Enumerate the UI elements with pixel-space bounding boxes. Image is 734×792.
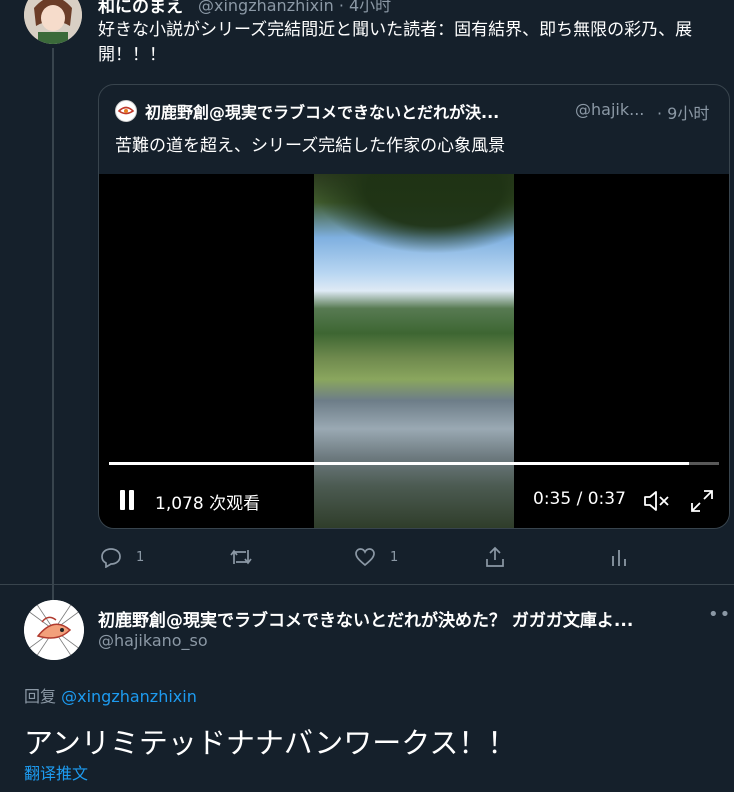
tweet-time[interactable]: · 4小时 <box>339 0 391 15</box>
pause-icon[interactable] <box>119 489 135 511</box>
quoted-tweet[interactable]: 初鹿野創@現実でラブコメできないとだれが決... @hajik... · 9小时… <box>98 84 730 529</box>
tweet-text: 好きな小説がシリーズ完結間近と聞いた読者：固有結界、即ち無限の彩乃、展開！！！ <box>98 20 693 65</box>
quoted-author-handle: @hajik... <box>575 100 645 119</box>
reply-author-avatar[interactable] <box>24 600 84 660</box>
video-progress-bar[interactable] <box>109 462 719 465</box>
quoted-author-name: 初鹿野創@現実でラブコメできないとだれが決... <box>145 103 500 122</box>
share-action[interactable] <box>484 545 506 569</box>
reply-count: 1 <box>136 549 145 565</box>
replying-to: 回复 @xingzhanzhixin <box>24 683 197 707</box>
mute-icon[interactable] <box>643 488 671 514</box>
quoted-tweet-text: 苦難の道を超え、シリーズ完結した作家の心象風景 <box>115 136 506 156</box>
video-player[interactable]: 1,078 次观看 0:35 / 0:37 <box>99 174 729 528</box>
video-progress-fill <box>109 462 689 465</box>
author-name[interactable]: 和にのまえ <box>98 0 183 17</box>
quoted-tweet-time: · 9小时 <box>657 104 710 123</box>
quoted-avatar <box>115 100 137 122</box>
reply-author-name[interactable]: 初鹿野創@現実でラブコメできないとだれが決めた？ ガガガ文庫よ... <box>98 606 688 631</box>
more-options-icon[interactable]: ••• <box>708 0 734 7</box>
author-handle[interactable]: @xingzhanzhixin <box>198 0 334 15</box>
thread-line <box>52 48 54 604</box>
analytics-action[interactable] <box>608 545 630 569</box>
retweet-icon <box>230 549 252 565</box>
author-handle-time: @xingzhanzhixin · 4小时 <box>198 0 391 16</box>
reply-author-handle[interactable]: @hajikano_so <box>98 631 208 650</box>
like-count: 1 <box>390 549 399 565</box>
translate-tweet-link[interactable]: 翻译推文 <box>24 760 88 784</box>
share-icon <box>486 546 504 567</box>
like-action[interactable]: 1 <box>354 545 398 569</box>
analytics-icon <box>612 550 626 566</box>
retweet-action[interactable] <box>229 545 267 569</box>
reply-action[interactable]: 1 <box>100 545 144 569</box>
fullscreen-icon[interactable] <box>689 488 715 514</box>
video-foliage <box>314 174 514 254</box>
reply-icon <box>101 548 121 568</box>
reply-target-link[interactable]: @xingzhanzhixin <box>61 687 197 706</box>
reply-more-options-icon[interactable]: ••• <box>708 604 734 625</box>
author-avatar[interactable] <box>24 0 82 44</box>
tweet-divider <box>0 584 734 585</box>
video-time: 0:35 / 0:37 <box>533 489 626 509</box>
view-count: 1,078 次观看 <box>155 494 261 514</box>
reply-label: 回复 <box>24 687 57 706</box>
heart-icon <box>355 548 375 567</box>
reply-tweet-text: アンリミテッドナナバンワークス！！ <box>24 726 517 760</box>
